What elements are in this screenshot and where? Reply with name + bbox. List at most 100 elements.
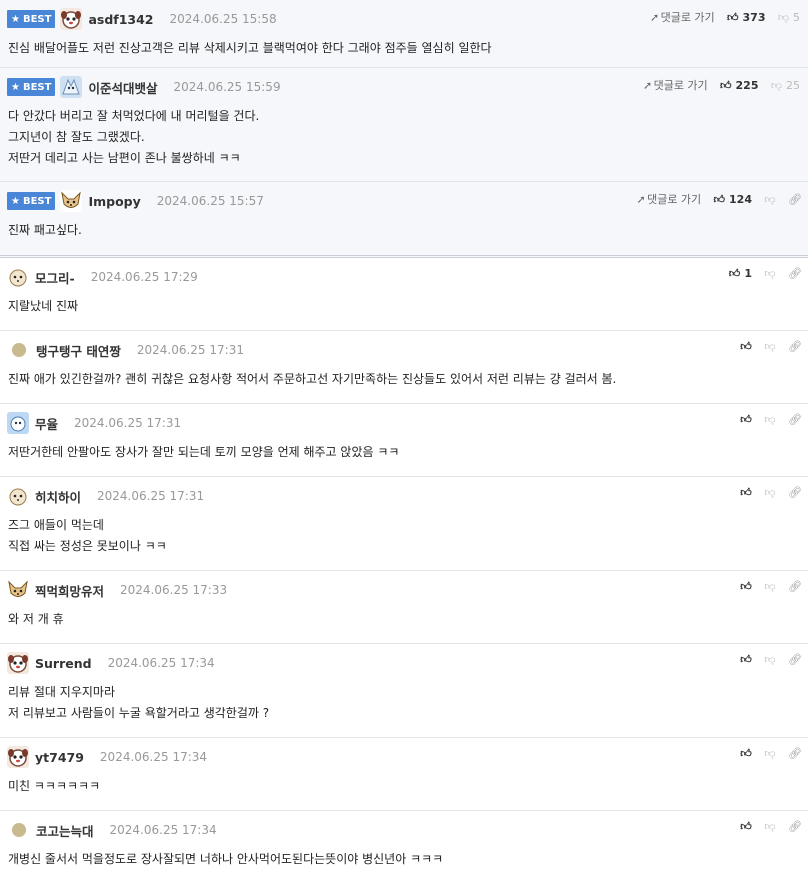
nickname[interactable]: 탱구탱구 태연짱: [36, 341, 121, 360]
upvote-button[interactable]: 👍︎: [740, 653, 752, 666]
downvote-button[interactable]: 👎︎: [764, 193, 776, 206]
thumbs-down-icon: 👎︎: [764, 820, 776, 833]
timestamp: 2024.06.25 17:31: [97, 489, 205, 503]
best-badge: ★ BEST: [7, 78, 56, 96]
timestamp: 2024.06.25 15:59: [173, 80, 281, 94]
avatar[interactable]: [7, 652, 29, 674]
comment: Surrend 2024.06.25 17:34 👍︎ 👎︎ 🔗︎ 리뷰 절대 …: [0, 644, 808, 738]
comment: 찍먹희망유저 2024.06.25 17:33 👍︎ 👎︎ 🔗︎ 와 저 개 휴: [0, 571, 808, 644]
thumbs-down-icon: 👎︎: [770, 78, 783, 92]
nickname[interactable]: asdf1342: [88, 12, 153, 27]
star-icon: ★: [11, 195, 20, 207]
share-link-button[interactable]: 🔗︎: [788, 820, 802, 833]
nickname[interactable]: Impopy: [88, 194, 140, 209]
avatar[interactable]: [60, 76, 83, 98]
comment-text: 진짜 패고싶다.: [8, 223, 82, 237]
thumbs-up-icon: 👍︎: [740, 580, 752, 593]
comment-text: 즈그 애들이 먹는데 직접 싸는 정성은 못보이나 ㅋㅋ: [8, 518, 167, 553]
nickname[interactable]: yt7479: [35, 750, 84, 765]
comment: 탱구탱구 태연짱 2024.06.25 17:31 👍︎ 👎︎ 🔗︎ 진짜 애가…: [0, 331, 808, 404]
avatar[interactable]: [7, 485, 29, 507]
avatar[interactable]: [12, 343, 26, 357]
timestamp: 2024.06.25 17:29: [90, 270, 198, 284]
timestamp: 2024.06.25 15:58: [169, 12, 277, 26]
share-link-button[interactable]: 🔗︎: [788, 267, 802, 280]
best-comment: ★ BEST Impopy 2024.06.25 15:57 ➚ 댓글로 가기 👍︎…: [0, 182, 808, 258]
share-link-button[interactable]: 🔗︎: [788, 580, 802, 593]
avatar[interactable]: [60, 8, 83, 30]
comment-text: 진짜 애가 있긴한걸까? 괜히 귀찮은 요청사항 적어서 주문하고선 자기만족하…: [8, 372, 617, 386]
comment: 히치하이 2024.06.25 17:31 👍︎ 👎︎ 🔗︎ 즈그 애들이 먹는…: [0, 477, 808, 571]
share-link-button[interactable]: 🔗︎: [788, 413, 802, 426]
nickname[interactable]: 코고는늑대: [36, 821, 94, 840]
best-badge: ★ BEST: [7, 192, 56, 210]
upvote-button[interactable]: 👍︎: [740, 820, 752, 833]
link-icon: 🔗︎: [788, 653, 802, 666]
nickname[interactable]: Surrend: [35, 656, 92, 671]
comment: yt7479 2024.06.25 17:34 👍︎ 👎︎ 🔗︎ 미친 ㅋㅋㅋㅋ…: [0, 738, 808, 811]
thumbs-down-icon: 👎︎: [764, 340, 776, 353]
reply-link[interactable]: ➚ 댓글로 가기: [649, 9, 715, 25]
upvote-button[interactable]: 👍︎ 1: [729, 267, 752, 280]
share-link-button[interactable]: 🔗︎: [788, 192, 802, 206]
upvote-button[interactable]: 👍︎: [740, 486, 752, 499]
share-link-button[interactable]: 🔗︎: [788, 653, 802, 666]
nickname[interactable]: 찍먹희망유저: [35, 581, 104, 600]
upvote-button[interactable]: 👍︎ 124: [713, 193, 752, 206]
downvote-button[interactable]: 👎︎: [764, 580, 776, 593]
best-comment: ★ BEST asdf1342 2024.06.25 15:58 ➚ 댓글로 가기 …: [0, 0, 808, 68]
downvote-button[interactable]: 👎︎: [764, 653, 776, 666]
upvote-button[interactable]: 👍︎ 225: [720, 79, 759, 92]
timestamp: 2024.06.25 17:31: [74, 416, 182, 430]
thumbs-up-icon: 👍︎: [740, 820, 752, 833]
nickname[interactable]: 이준석대뱃살: [88, 78, 157, 97]
link-icon: 🔗︎: [788, 820, 802, 833]
thumbs-up-icon: 👍︎: [740, 747, 752, 760]
upvote-button[interactable]: 👍︎: [740, 747, 752, 760]
comment-text: 진심 배달어플도 저런 진상고객은 리뷰 삭제시키고 블랙먹여야 한다 그래야 …: [8, 41, 492, 55]
thumbs-up-icon: 👍︎: [713, 192, 725, 206]
nickname[interactable]: 무율: [35, 414, 58, 433]
timestamp: 2024.06.25 17:34: [109, 823, 217, 837]
share-link-button[interactable]: 🔗︎: [788, 340, 802, 353]
share-link-button[interactable]: 🔗︎: [788, 747, 802, 760]
downvote-button[interactable]: 👎︎: [764, 820, 776, 833]
thumbs-up-icon: 👍︎: [719, 78, 732, 92]
downvote-button[interactable]: 👎︎: [764, 486, 776, 499]
downvote-button[interactable]: 👎︎: [764, 267, 776, 280]
nickname[interactable]: 히치하이: [35, 487, 81, 506]
reply-arrow-icon: ➚: [636, 192, 646, 206]
timestamp: 2024.06.25 17:34: [107, 656, 215, 670]
downvote-button[interactable]: 👎︎ 25: [770, 78, 800, 92]
downvote-button[interactable]: 👎︎: [764, 340, 776, 353]
avatar[interactable]: [7, 579, 29, 601]
reply-link[interactable]: ➚ 댓글로 가기: [642, 77, 708, 93]
upvote-button[interactable]: 👍︎: [740, 413, 752, 426]
avatar[interactable]: [12, 823, 26, 837]
avatar[interactable]: [7, 266, 29, 288]
thumbs-up-icon: 👍︎: [726, 10, 739, 24]
timestamp: 2024.06.25 17:33: [120, 583, 228, 597]
link-icon: 🔗︎: [788, 192, 802, 206]
share-link-button[interactable]: 🔗︎: [788, 486, 802, 499]
downvote-button[interactable]: 👎︎: [764, 747, 776, 760]
comment-text: 리뷰 절대 지우지마라 저 리뷰보고 사람들이 누굴 욕할거라고 생각한걸까 ?: [8, 685, 270, 720]
avatar[interactable]: [7, 412, 29, 434]
reply-link[interactable]: ➚ 댓글로 가기: [635, 191, 701, 207]
thumbs-down-icon: 👎︎: [764, 267, 776, 280]
upvote-button[interactable]: 👍︎ 373: [727, 11, 766, 24]
star-icon: ★: [11, 13, 20, 25]
comment-text: 개병신 줄서서 먹을정도로 장사잘되면 너하나 안사먹어도된다는뜻이야 병신년아…: [8, 852, 444, 866]
timestamp: 2024.06.25 17:34: [99, 750, 208, 764]
nickname[interactable]: 모그리-: [35, 268, 75, 287]
upvote-button[interactable]: 👍︎: [740, 340, 752, 353]
link-icon: 🔗︎: [788, 747, 802, 760]
avatar[interactable]: [60, 190, 83, 212]
comment: 모그리- 2024.06.25 17:29 👍︎ 1 👎︎ 🔗︎ 지랄났네 진짜: [0, 258, 808, 331]
upvote-button[interactable]: 👍︎: [740, 580, 752, 593]
avatar[interactable]: [7, 746, 29, 768]
comment: 코고는늑대 2024.06.25 17:34 👍︎ 👎︎ 🔗︎ 개병신 줄서서 …: [0, 811, 808, 879]
downvote-button[interactable]: 👎︎: [764, 413, 776, 426]
thumbs-down-icon: 👎︎: [764, 486, 776, 499]
downvote-button[interactable]: 👎︎ 5: [778, 11, 800, 24]
